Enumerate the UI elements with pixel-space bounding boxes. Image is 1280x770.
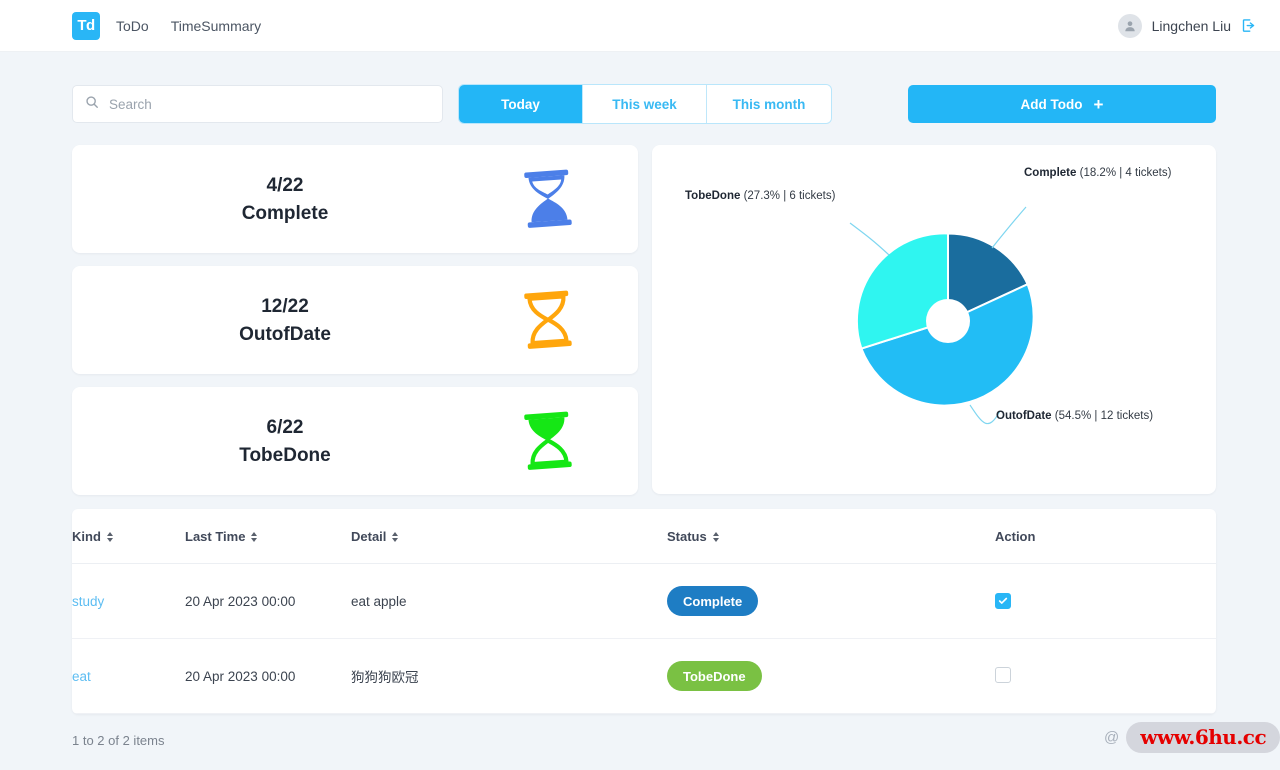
chart-label-outofdate: OutofDate (54.5% | 12 tickets) (996, 410, 1153, 422)
watermark: @ www.6hu.cc (1104, 722, 1280, 753)
top-navbar: Td ToDo TimeSummary Lingchen Liu (0, 0, 1280, 52)
stat-card-complete: 4/22 Complete (72, 145, 638, 253)
row-kind-link[interactable]: study (72, 594, 104, 609)
row-checkbox[interactable] (995, 593, 1011, 609)
stat-count: 4/22 (266, 175, 304, 197)
chart-label-detail: (18.2% | 4 tickets) (1079, 167, 1172, 179)
th-action: Action (995, 509, 1216, 564)
th-kind[interactable]: Kind (72, 509, 185, 564)
table-row: study 20 Apr 2023 00:00 eat apple Comple… (72, 563, 1216, 639)
stats-column: 4/22 Complete 12/22 OutofDate 6/22 TobeD… (72, 145, 638, 495)
nav-links: ToDo TimeSummary (116, 18, 261, 34)
stat-count: 12/22 (261, 296, 309, 318)
sort-icon[interactable] (712, 531, 719, 542)
th-last-time[interactable]: Last Time (185, 509, 351, 564)
sort-icon[interactable] (251, 531, 258, 542)
hourglass-icon (458, 410, 638, 472)
table-header-row: Kind Last Time Detail Status Action (72, 509, 1216, 564)
chart-label-name: Complete (1024, 167, 1077, 179)
th-status[interactable]: Status (667, 509, 995, 564)
stat-card-outofdate: 12/22 OutofDate (72, 266, 638, 374)
user-icon (1117, 13, 1142, 38)
stat-label: OutofDate (239, 323, 331, 345)
chart-label-detail: (27.3% | 6 tickets) (743, 190, 836, 202)
th-detail[interactable]: Detail (351, 509, 667, 564)
tab-this-week[interactable]: This week (583, 85, 707, 123)
status-badge[interactable]: Complete (667, 586, 759, 616)
pagination-count: 1 to 2 of 2 items (72, 733, 165, 748)
row-kind-link[interactable]: eat (72, 669, 91, 684)
row-detail: 狗狗狗欧冠 (351, 638, 667, 714)
th-kind-label: Kind (72, 529, 101, 544)
add-todo-button[interactable]: Add Todo + (908, 85, 1216, 123)
page-body: Today This week This month Add Todo + 4/… (0, 52, 1280, 748)
sort-icon[interactable] (106, 531, 113, 542)
search-box[interactable] (72, 85, 443, 123)
chart-label-detail: (54.5% | 12 tickets) (1054, 410, 1154, 422)
row-detail: eat apple (351, 563, 667, 639)
toolbar: Today This week This month Add Todo + (72, 85, 1216, 123)
row-checkbox[interactable] (995, 666, 1011, 683)
status-donut-chart: Complete (18.2% | 4 tickets) TobeDone (2… (652, 145, 1216, 494)
app-logo[interactable]: Td (72, 11, 100, 40)
donut-hole (926, 299, 970, 343)
th-last-time-label: Last Time (185, 529, 246, 544)
at-icon: @ (1104, 729, 1120, 746)
table-row: eat 20 Apr 2023 00:00 狗狗狗欧冠 TobeDone (72, 638, 1216, 714)
chart-label-complete: Complete (18.2% | 4 tickets) (1024, 167, 1171, 179)
th-action-label: Action (995, 529, 1036, 544)
user-area: Lingchen Liu (1117, 13, 1256, 38)
user-name: Lingchen Liu (1151, 17, 1231, 34)
watermark-text: www.6hu.cc (1126, 722, 1280, 753)
stat-text: 6/22 TobeDone (72, 413, 458, 468)
status-badge[interactable]: TobeDone (667, 661, 762, 691)
leader-line-complete (991, 206, 1027, 249)
sort-icon[interactable] (392, 531, 399, 542)
chart-label-name: TobeDone (685, 190, 741, 202)
row-last-time: 20 Apr 2023 00:00 (185, 563, 351, 639)
nav-link-timesummary[interactable]: TimeSummary (171, 18, 262, 34)
hourglass-icon (458, 168, 638, 230)
main-grid: 4/22 Complete 12/22 OutofDate 6/22 TobeD… (72, 145, 1216, 495)
chart-label-name: OutofDate (996, 410, 1052, 422)
th-status-label: Status (667, 529, 707, 544)
stat-label: Complete (241, 202, 329, 224)
chart-label-tobedone: TobeDone (27.3% | 6 tickets) (685, 190, 835, 202)
tab-today[interactable]: Today (459, 85, 583, 123)
nav-link-todo[interactable]: ToDo (116, 18, 149, 34)
leader-line-tobedone (849, 222, 890, 256)
plus-icon: + (1093, 94, 1104, 114)
search-icon (85, 95, 99, 114)
stat-text: 12/22 OutofDate (72, 292, 458, 347)
row-last-time: 20 Apr 2023 00:00 (185, 638, 351, 714)
todo-table: Kind Last Time Detail Status Action stud… (72, 509, 1216, 714)
stat-card-tobedone: 6/22 TobeDone (72, 387, 638, 495)
tab-this-month[interactable]: This month (707, 85, 831, 123)
hourglass-icon (458, 289, 638, 351)
add-todo-label: Add Todo (1020, 96, 1083, 112)
logout-icon[interactable] (1241, 18, 1256, 33)
date-range-tabs: Today This week This month (459, 85, 831, 123)
stat-label: TobeDone (239, 444, 331, 466)
stat-count: 6/22 (266, 417, 304, 439)
stat-text: 4/22 Complete (72, 171, 458, 226)
th-detail-label: Detail (351, 529, 387, 544)
search-input[interactable] (109, 96, 430, 112)
